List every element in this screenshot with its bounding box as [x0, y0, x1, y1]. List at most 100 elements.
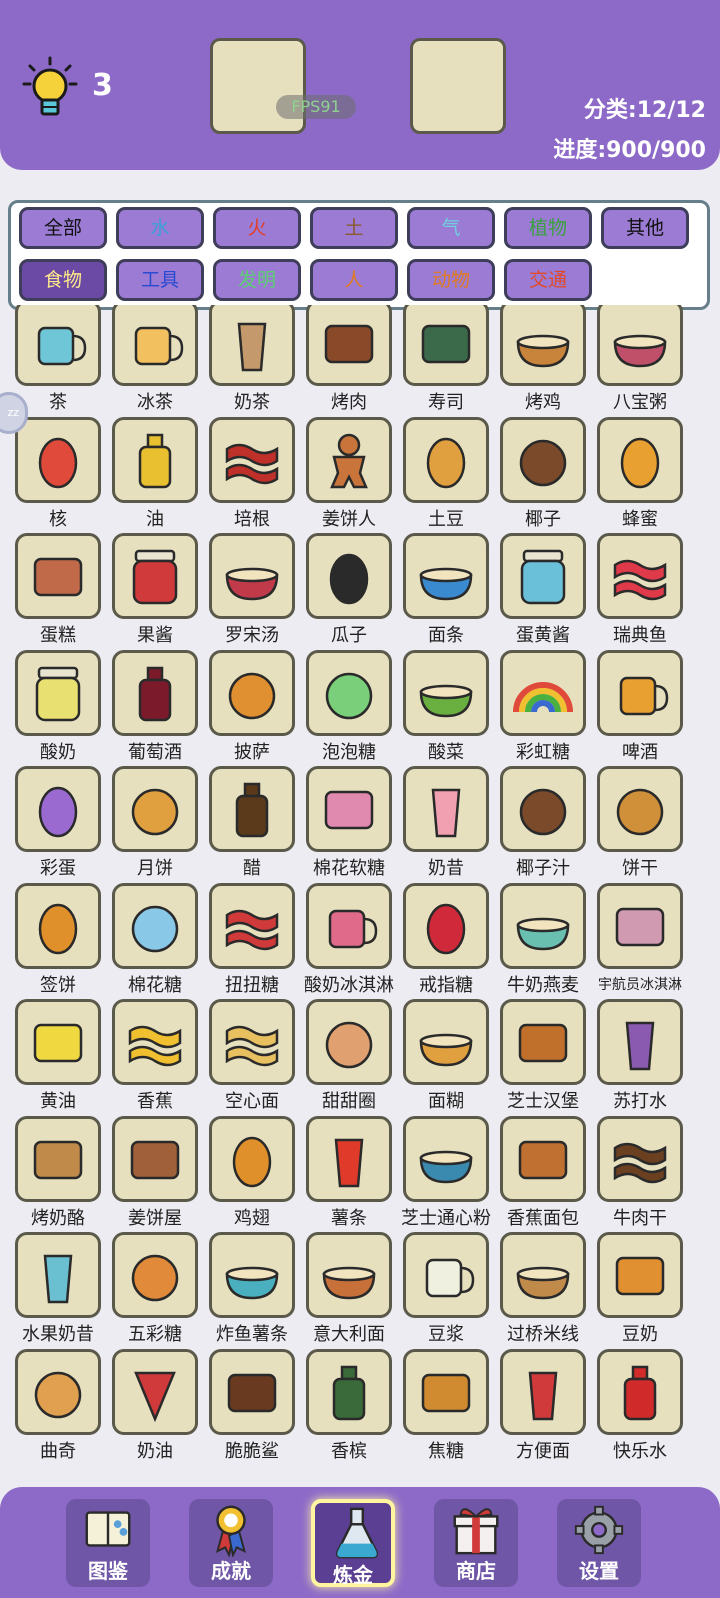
item-tile[interactable]: 曲奇 [8, 1348, 108, 1467]
item-tile-frame[interactable] [403, 533, 489, 619]
item-tile[interactable]: 醋 [202, 766, 302, 884]
item-tile[interactable]: 面条 [396, 533, 496, 651]
item-tile-frame[interactable] [500, 766, 586, 852]
item-tile[interactable]: 空心面 [202, 999, 302, 1117]
item-tile[interactable]: 豆浆 [396, 1232, 496, 1350]
item-tile-frame[interactable] [306, 999, 392, 1085]
item-tile[interactable]: 戒指糖 [396, 882, 496, 1001]
item-tile-frame[interactable] [209, 1115, 295, 1202]
item-tile-frame[interactable] [403, 649, 489, 736]
item-tile-frame[interactable] [15, 882, 101, 969]
item-tile[interactable]: 苏打水 [590, 999, 690, 1117]
item-tile-frame[interactable] [15, 649, 101, 736]
item-tile-frame[interactable] [209, 649, 295, 736]
item-tile[interactable]: 焦糖 [396, 1348, 496, 1467]
item-tile[interactable]: 香蕉 [105, 999, 205, 1117]
item-tile[interactable]: 棉花糖 [105, 882, 205, 1001]
item-tile-frame[interactable] [209, 305, 295, 386]
item-tile[interactable]: 冰茶 [105, 305, 205, 418]
item-tile-frame[interactable] [500, 649, 586, 736]
item-tile[interactable]: 烤鸡 [493, 305, 593, 418]
item-tile-frame[interactable] [306, 766, 392, 852]
item-tile[interactable]: 油 [105, 416, 205, 535]
item-tile-frame[interactable] [597, 999, 683, 1085]
item-tile-frame[interactable] [306, 882, 392, 969]
item-tile[interactable]: 罗宋汤 [202, 533, 302, 651]
item-tile-frame[interactable] [306, 416, 392, 503]
item-tile-frame[interactable] [500, 1115, 586, 1202]
item-tile-frame[interactable] [112, 649, 198, 736]
item-tile[interactable]: 方便面 [493, 1348, 593, 1467]
item-tile[interactable]: 椰子汁 [493, 766, 593, 884]
item-tile[interactable]: 啤酒 [590, 649, 690, 768]
item-tile[interactable]: 面糊 [396, 999, 496, 1117]
item-tile-frame[interactable] [500, 416, 586, 503]
item-tile-frame[interactable] [15, 766, 101, 852]
item-tile[interactable]: 芝士通心粉 [396, 1115, 496, 1234]
filter-tab[interactable]: 工具 [116, 259, 204, 301]
item-tile-frame[interactable] [112, 882, 198, 969]
item-tile[interactable]: 甜甜圈 [299, 999, 399, 1117]
item-tile-frame[interactable] [597, 533, 683, 619]
item-tile-frame[interactable] [209, 1232, 295, 1318]
item-tile[interactable]: 奶油 [105, 1348, 205, 1467]
item-tile[interactable]: 烤奶酪 [8, 1115, 108, 1234]
item-tile[interactable]: 酸菜 [396, 649, 496, 768]
item-tile-frame[interactable] [15, 1348, 101, 1435]
item-tile-frame[interactable] [15, 999, 101, 1085]
item-tile-frame[interactable] [306, 1232, 392, 1318]
item-tile-frame[interactable] [306, 649, 392, 736]
item-tile-frame[interactable] [112, 1232, 198, 1318]
item-tile-frame[interactable] [209, 1348, 295, 1435]
item-tile[interactable]: 水果奶昔 [8, 1232, 108, 1350]
item-tile[interactable]: 鸡翅 [202, 1115, 302, 1234]
item-tile-frame[interactable] [403, 305, 489, 386]
item-tile-frame[interactable] [112, 305, 198, 386]
item-tile[interactable]: 豆奶 [590, 1232, 690, 1350]
item-tile[interactable]: 五彩糖 [105, 1232, 205, 1350]
item-tile-frame[interactable] [403, 1115, 489, 1202]
item-tile[interactable]: 过桥米线 [493, 1232, 593, 1350]
item-tile-frame[interactable] [500, 1232, 586, 1318]
filter-tab[interactable]: 食物 [19, 259, 107, 301]
item-tile[interactable]: 香槟 [299, 1348, 399, 1467]
item-tile[interactable]: 薯条 [299, 1115, 399, 1234]
item-tile[interactable]: 宇航员冰淇淋 [590, 882, 690, 1001]
item-tile[interactable]: 瑞典鱼 [590, 533, 690, 651]
item-tile[interactable]: 果酱 [105, 533, 205, 651]
item-tile-frame[interactable] [112, 766, 198, 852]
filter-tab[interactable]: 植物 [504, 207, 592, 249]
item-tile-frame[interactable] [15, 305, 101, 386]
item-tile[interactable]: 意大利面 [299, 1232, 399, 1350]
item-tile-frame[interactable] [112, 533, 198, 619]
item-tile[interactable]: 签饼 [8, 882, 108, 1001]
item-tile[interactable]: 黄油 [8, 999, 108, 1117]
item-tile[interactable]: 烤肉 [299, 305, 399, 418]
item-tile-frame[interactable] [306, 1348, 392, 1435]
item-tile-frame[interactable] [597, 416, 683, 503]
item-tile-frame[interactable] [306, 1115, 392, 1202]
filter-tab[interactable]: 动物 [407, 259, 495, 301]
nav-gear[interactable]: 设置 [557, 1499, 641, 1587]
item-tile[interactable]: 蛋糕 [8, 533, 108, 651]
item-tile-frame[interactable] [112, 999, 198, 1085]
item-tile-frame[interactable] [597, 649, 683, 736]
filter-tab[interactable]: 土 [310, 207, 398, 249]
item-tile-frame[interactable] [597, 882, 683, 969]
item-tile-frame[interactable] [112, 416, 198, 503]
item-tile-frame[interactable] [403, 1232, 489, 1318]
item-tile-frame[interactable] [403, 882, 489, 969]
item-tile[interactable]: 蛋黄酱 [493, 533, 593, 651]
item-tile-frame[interactable] [306, 533, 392, 619]
item-tile-frame[interactable] [15, 1232, 101, 1318]
item-tile[interactable]: 核 [8, 416, 108, 535]
item-tile[interactable]: 牛奶燕麦 [493, 882, 593, 1001]
item-tile[interactable]: 八宝粥 [590, 305, 690, 418]
item-tile[interactable]: 奶茶 [202, 305, 302, 418]
filter-tab[interactable]: 全部 [19, 207, 107, 249]
nav-gift[interactable]: 商店 [434, 1499, 518, 1587]
combine-slot-left[interactable] [210, 38, 306, 134]
item-tile[interactable]: 奶昔 [396, 766, 496, 884]
item-tile-frame[interactable] [15, 1115, 101, 1202]
item-tile[interactable]: 泡泡糖 [299, 649, 399, 768]
